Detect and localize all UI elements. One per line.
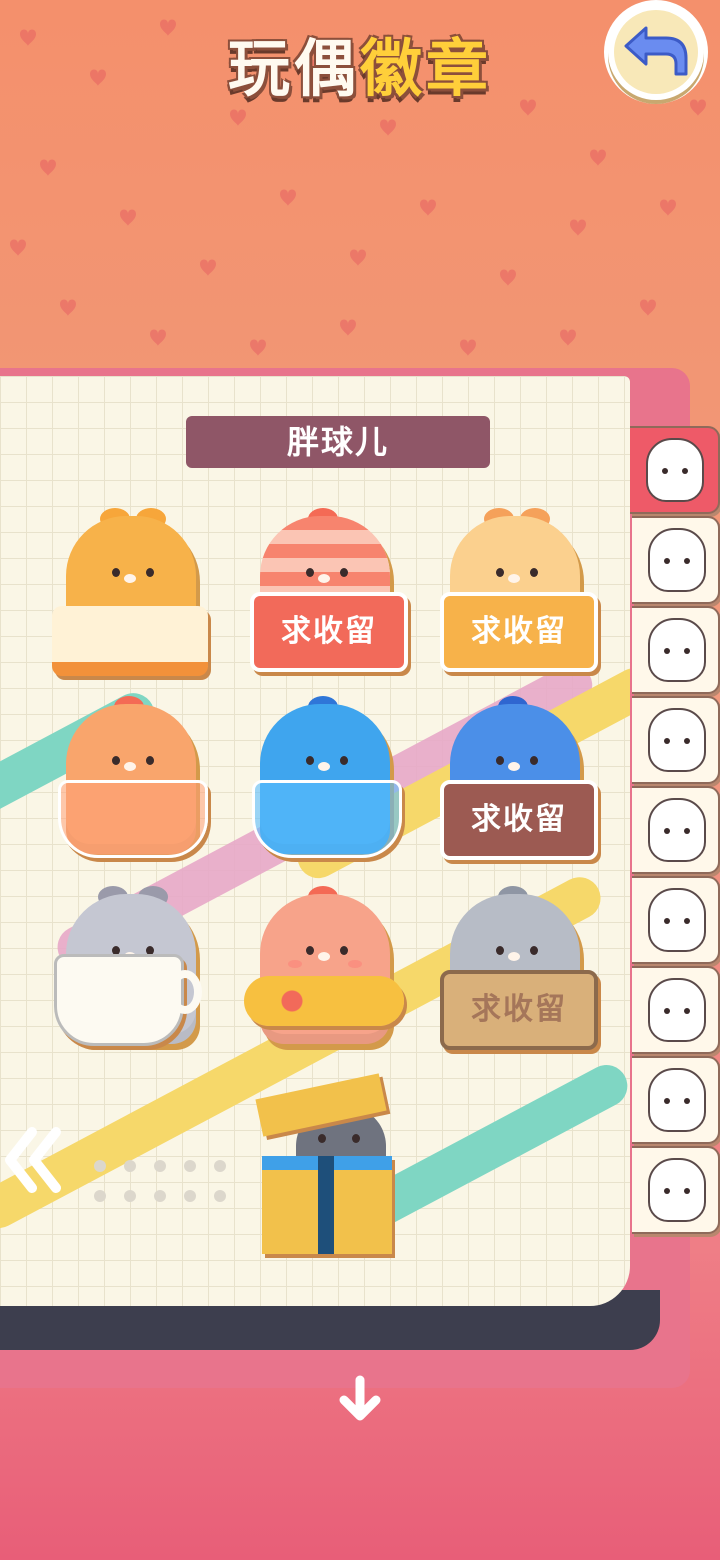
dot-pattern xyxy=(94,1160,226,1202)
tab-fox[interactable] xyxy=(632,696,720,784)
prince-icon xyxy=(648,888,706,952)
warrior-icon xyxy=(648,978,706,1042)
return-arrow-icon xyxy=(624,26,688,76)
bunny-girl-icon xyxy=(648,798,706,862)
sign-label: 求收留 xyxy=(440,592,598,672)
title-part2: 徽章 xyxy=(360,32,493,105)
fox-icon xyxy=(648,708,706,772)
tab-rabbit[interactable] xyxy=(632,1146,720,1234)
tab-bunny-girl[interactable] xyxy=(632,786,720,874)
badge-hamster-box[interactable]: 求收留 xyxy=(434,506,598,676)
tab-bear[interactable] xyxy=(632,516,720,604)
previous-page-button[interactable] xyxy=(2,1120,66,1200)
bear-icon xyxy=(648,528,706,592)
badge-gray-cup[interactable] xyxy=(50,884,210,1054)
title-part1: 玩偶 xyxy=(227,32,360,105)
tab-curly[interactable] xyxy=(632,1056,720,1144)
rabbit-icon xyxy=(648,1158,706,1222)
badge-orange-jar[interactable] xyxy=(50,694,210,864)
page-title: 胖球儿 xyxy=(186,416,490,468)
double-chevron-left-icon xyxy=(5,1127,61,1193)
tomato-icon xyxy=(648,618,706,682)
badge-gray-cardboard[interactable]: 求收留 xyxy=(434,884,598,1054)
sign-label: 求收留 xyxy=(250,592,408,672)
badge-swim-ring[interactable] xyxy=(244,884,404,1054)
badge-blue-jar[interactable] xyxy=(244,694,404,864)
sign-label: 求收留 xyxy=(440,780,598,860)
tab-prince[interactable] xyxy=(632,876,720,964)
chubby-ball-icon xyxy=(646,438,704,502)
badge-gift-box[interactable] xyxy=(255,1073,416,1254)
badge-page: 胖球儿 求收留 求收留 求收留 求收留 xyxy=(0,376,630,1306)
badge-blue-box[interactable]: 求收留 xyxy=(434,694,598,864)
down-arrow-icon xyxy=(339,1375,381,1421)
back-button[interactable] xyxy=(608,4,704,100)
badge-cake[interactable] xyxy=(50,506,210,676)
tab-tomato[interactable] xyxy=(632,606,720,694)
scroll-down-button[interactable] xyxy=(334,1374,386,1426)
badge-striped-hat[interactable]: 求收留 xyxy=(244,506,408,676)
tab-warrior[interactable] xyxy=(632,966,720,1054)
curly-hair-icon xyxy=(648,1068,706,1132)
sign-label: 求收留 xyxy=(440,970,598,1050)
tab-chubby-ball[interactable] xyxy=(630,426,720,514)
